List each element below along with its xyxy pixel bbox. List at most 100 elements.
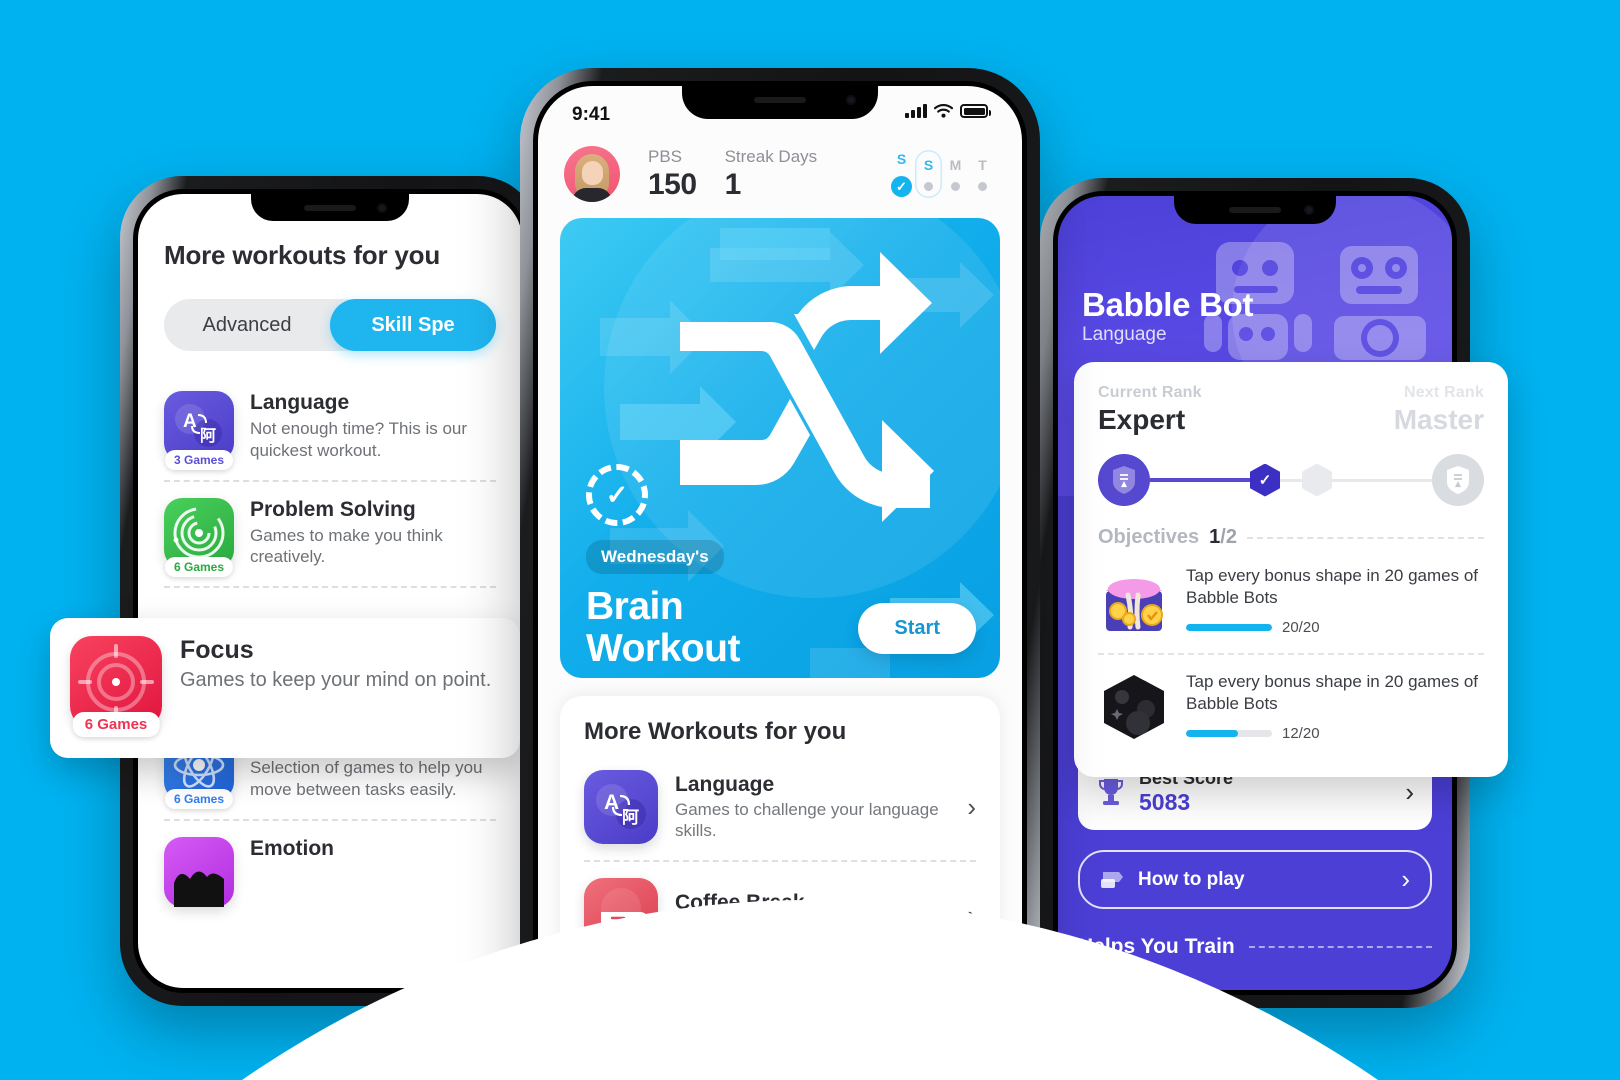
black-hex-icon bbox=[1098, 671, 1170, 743]
day-dot bbox=[924, 182, 933, 191]
svg-text:A: A bbox=[604, 791, 619, 814]
more-workout-text: Language Games to challenge your languag… bbox=[675, 773, 950, 842]
objective-progress: 12/20 bbox=[1186, 725, 1484, 742]
day-indicator-sunday-done[interactable]: S ✓ bbox=[888, 144, 915, 204]
more-workout-desc: Games to challenge your language skills. bbox=[675, 799, 939, 840]
notch bbox=[682, 86, 878, 119]
game-title: Babble Bot bbox=[1082, 286, 1254, 323]
workout-row-emotion[interactable]: Emotion bbox=[164, 821, 496, 925]
objectives-label: Objectives bbox=[1098, 526, 1200, 548]
emotion-icon bbox=[164, 836, 234, 907]
how-to-play-row[interactable]: How to play › bbox=[1078, 850, 1432, 909]
current-rank-value: Expert bbox=[1098, 404, 1186, 435]
focus-text: Focus Games to keep your mind on point. bbox=[180, 636, 491, 694]
signal-icon bbox=[905, 104, 927, 118]
speaker-icon bbox=[1229, 207, 1281, 213]
wifi-icon bbox=[934, 104, 953, 118]
day-letter: M bbox=[949, 157, 962, 173]
language-icon: A 阿 bbox=[584, 770, 658, 844]
tab-skill-specific[interactable]: Skill Spe bbox=[330, 299, 496, 351]
day-indicator-tuesday[interactable]: T bbox=[969, 150, 996, 198]
maze-icon: 6 Games bbox=[164, 497, 234, 577]
day-letter: S bbox=[896, 151, 907, 167]
objective-text: Tap every bonus shape in 20 games of Bab… bbox=[1186, 671, 1484, 742]
chevron-right-icon: › bbox=[1401, 864, 1410, 894]
workout-row-language[interactable]: A 阿 3 Games Language Not enough time? Th… bbox=[164, 375, 496, 482]
games-count-badge: 3 Games bbox=[164, 450, 234, 470]
info-icon bbox=[1101, 871, 1123, 888]
focus-desc: Games to keep your mind on point. bbox=[180, 669, 492, 691]
workout-text: Problem Solving Games to make you think … bbox=[250, 498, 496, 569]
objective-text: Tap every bonus shape in 20 games of Bab… bbox=[1186, 565, 1484, 636]
start-button[interactable]: Start bbox=[858, 603, 976, 654]
stat-value: 1 bbox=[724, 167, 742, 201]
avatar[interactable] bbox=[564, 146, 620, 202]
language-icon: A 阿 3 Games bbox=[164, 391, 234, 470]
hero-title-line1: Brain bbox=[586, 585, 684, 628]
objective-row[interactable]: Tap every bonus shape in 20 games of Bab… bbox=[1098, 655, 1484, 759]
track-empty-2 bbox=[1332, 478, 1432, 482]
svg-text:阿: 阿 bbox=[622, 808, 639, 828]
divider bbox=[1248, 946, 1432, 948]
focus-workout-card[interactable]: 6 Games Focus Games to keep your mind on… bbox=[50, 618, 520, 758]
screenshot-stage: More workouts for you Advanced Skill Spe… bbox=[0, 0, 1620, 1080]
camera-icon bbox=[1304, 205, 1314, 215]
center-phone-screen: 9:41 PBS 150 Streak Days 1 S ✓ S M T ✓ W… bbox=[538, 86, 1022, 1030]
day-dot bbox=[978, 182, 987, 191]
next-rank-value: Master bbox=[1393, 404, 1484, 435]
progress-bar bbox=[1186, 624, 1272, 632]
workout-text: Language Not enough time? This is our qu… bbox=[250, 391, 496, 462]
streak-day-strip: S ✓ S M T bbox=[888, 144, 996, 204]
objectives-header: Objectives 1/2 bbox=[1098, 526, 1484, 549]
workout-name: Language bbox=[250, 391, 350, 414]
divider bbox=[1246, 536, 1484, 539]
left-phone-mockup: More workouts for you Advanced Skill Spe… bbox=[120, 176, 540, 1006]
svg-text:阿: 阿 bbox=[200, 426, 216, 445]
left-phone-bezel: More workouts for you Advanced Skill Spe… bbox=[133, 189, 527, 993]
objective-row[interactable]: Tap every bonus shape in 20 games of Bab… bbox=[1098, 549, 1484, 655]
stat-streak-days: Streak Days 1 bbox=[725, 147, 818, 202]
workout-name: Problem Solving bbox=[250, 497, 416, 521]
workout-row-problem-solving[interactable]: 6 Games Problem Solving Games to make yo… bbox=[164, 482, 496, 588]
rank-milestone-completed-icon: ✓ bbox=[1250, 463, 1280, 497]
chevron-right-icon: › bbox=[967, 791, 976, 822]
day-letter: T bbox=[978, 157, 987, 173]
day-indicator-today[interactable]: S bbox=[915, 150, 942, 198]
day-dot bbox=[951, 182, 960, 191]
workout-name: Emotion bbox=[250, 836, 334, 860]
next-rank-medal-icon bbox=[1432, 454, 1484, 506]
stat-label: Streak Days bbox=[724, 146, 818, 166]
more-workout-row-language[interactable]: A 阿 Language Games to challenge your lan… bbox=[584, 754, 976, 862]
focus-name: Focus bbox=[180, 636, 254, 664]
objective-description: Tap every bonus shape in 20 games of Bab… bbox=[1186, 566, 1479, 608]
rank-header: Current Rank Expert Next Rank Master bbox=[1098, 384, 1484, 436]
hero-title: Brain Workout bbox=[586, 585, 740, 671]
best-score-value: 5083 bbox=[1139, 789, 1191, 815]
speaker-icon bbox=[304, 205, 356, 211]
hero-title-line2: Workout bbox=[586, 627, 740, 671]
rank-milestone-empty-icon bbox=[1302, 463, 1332, 497]
status-time: 9:41 bbox=[572, 104, 611, 125]
day-letter: S bbox=[923, 157, 934, 173]
workout-desc: Selection of games to help you move betw… bbox=[250, 758, 483, 799]
objectives-count: 1/2 bbox=[1209, 526, 1237, 548]
left-content: More workouts for you Advanced Skill Spe… bbox=[138, 194, 522, 925]
track-filled bbox=[1150, 478, 1250, 482]
center-phone-bezel: 9:41 PBS 150 Streak Days 1 S ✓ S M T ✓ W… bbox=[533, 81, 1027, 1035]
day-indicator-monday[interactable]: M bbox=[942, 150, 969, 198]
progress-value: 20/20 bbox=[1282, 619, 1320, 637]
more-workout-name: Language bbox=[675, 772, 775, 796]
brain-workout-hero-card[interactable]: ✓ Wednesday's Brain Workout Start bbox=[560, 218, 1000, 678]
camera-icon bbox=[377, 203, 387, 213]
tab-advanced[interactable]: Advanced bbox=[164, 299, 330, 351]
check-circle-dashed-icon: ✓ bbox=[586, 464, 648, 526]
workout-desc: Games to make you think creatively. bbox=[250, 525, 443, 567]
how-to-play-label: How to play bbox=[1138, 868, 1245, 890]
current-rank-block: Current Rank Expert bbox=[1098, 384, 1202, 436]
game-category: Language bbox=[1082, 324, 1167, 345]
objective-progress: 20/20 bbox=[1186, 619, 1484, 636]
next-rank-block: Next Rank Master bbox=[1394, 384, 1484, 436]
page-title: More workouts for you bbox=[164, 240, 441, 270]
trophy-icon bbox=[1099, 779, 1123, 805]
objective-description: Tap every bonus shape in 20 games of Bab… bbox=[1186, 672, 1479, 714]
